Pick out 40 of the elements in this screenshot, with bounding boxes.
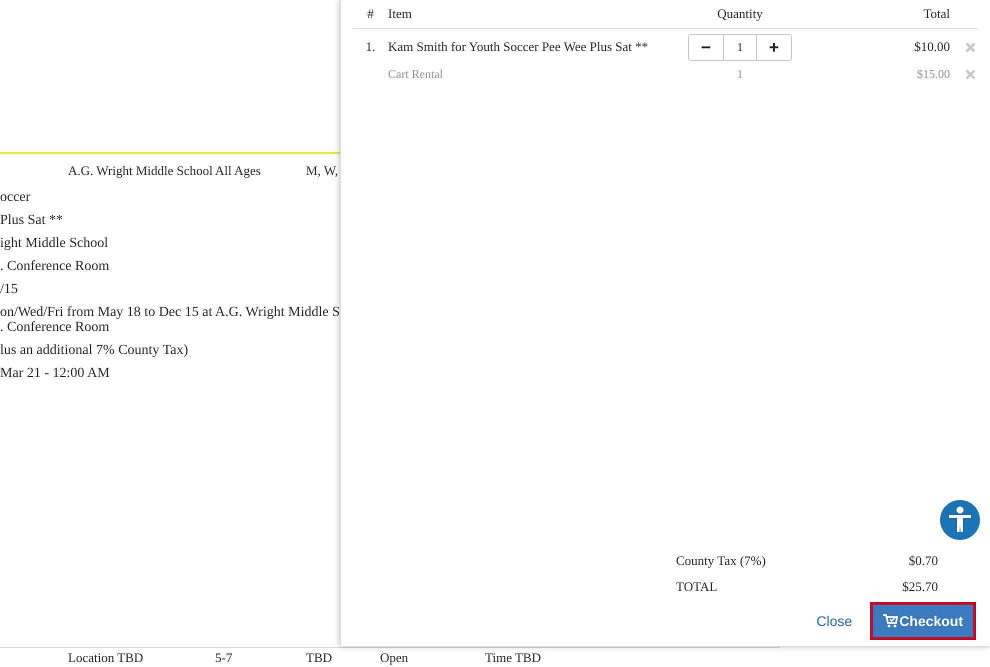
summary-label: County Tax (7%)	[676, 552, 767, 570]
column-header: Quantity	[716, 5, 764, 24]
table-cell-text: A.G. Wright Middle School	[68, 162, 214, 180]
increment-button[interactable]: +	[757, 34, 791, 60]
item-name: Kam Smith for Youth Soccer Pee Wee Plus Sat **	[388, 38, 650, 56]
detail-text: on/Wed/Fri from May 18 to Dec 15 at A.G. Wright Middle S	[0, 305, 341, 320]
table-cell-text: 5-7	[215, 650, 234, 667]
close-button[interactable]: Close	[812, 610, 856, 632]
remove-icon[interactable]	[965, 68, 976, 80]
checkout-button[interactable]: Checkout	[873, 605, 973, 637]
detail-text: /15	[0, 282, 19, 297]
detail-text: Plus Sat **	[0, 213, 64, 228]
detail-text: lus an additional 7% County Tax)	[0, 343, 190, 358]
column-header: Item	[388, 5, 413, 24]
accessibility-icon[interactable]	[940, 500, 980, 540]
detail-text: Mar 21 - 12:00 AM	[0, 366, 111, 381]
table-cell: Time TBD	[485, 650, 541, 667]
column-header: #	[366, 5, 375, 24]
summary-value: $0.70	[908, 552, 938, 570]
table-cell-text: TBD	[306, 650, 333, 667]
remove-icon[interactable]	[965, 42, 976, 52]
column-header: Total	[922, 5, 950, 24]
item-total: $10.00	[913, 38, 950, 56]
table-cell-text: Location TBD	[68, 650, 144, 667]
cart-icon	[883, 614, 898, 628]
table-cell-text: All Ages	[215, 162, 262, 180]
quantity-text: 1	[736, 66, 744, 83]
item-total: $15.00	[916, 66, 950, 83]
summary-value: $25.70	[901, 578, 938, 596]
detail-text: . Conference Room	[0, 259, 110, 274]
row-number: 1.	[364, 38, 376, 56]
detail-text: occer	[0, 190, 32, 205]
quantity-field[interactable]: 1	[723, 34, 757, 60]
table-cell-text: M, W,	[306, 162, 338, 180]
decrement-button[interactable]: −	[689, 34, 723, 60]
table-cell-text: Open	[380, 650, 410, 667]
item-name: Cart Rental	[388, 66, 444, 83]
detail-text: ight Middle School	[0, 236, 110, 251]
detail-text: . Conference Room	[0, 320, 110, 335]
summary-label: TOTAL	[676, 578, 718, 596]
